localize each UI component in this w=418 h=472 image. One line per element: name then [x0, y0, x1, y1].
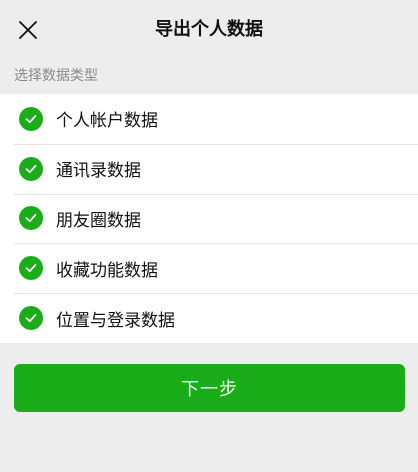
list-item-contacts-data[interactable]: 通讯录数据 [0, 143, 418, 194]
check-circle-icon [19, 156, 43, 181]
section-label: 选择数据类型 [14, 68, 98, 84]
list-item-account-data[interactable]: 个人帐户数据 [0, 94, 418, 144]
list-item-moments-data[interactable]: 朋友圈数据 [0, 193, 418, 244]
list-item-label: 通讯录数据 [56, 161, 141, 182]
header: 导出个人数据 [0, 0, 418, 60]
list-item-label: 个人帐户数据 [56, 111, 158, 132]
list-item-location-login-data[interactable]: 位置与登录数据 [0, 293, 418, 343]
data-type-list: 个人帐户数据 通讯录数据 朋友圈数据 收藏功能数据 位置与登录数据 [0, 94, 418, 343]
list-item-favorites-data[interactable]: 收藏功能数据 [0, 243, 418, 293]
check-circle-icon [19, 106, 43, 131]
check-circle-icon [19, 256, 43, 281]
list-item-label: 朋友圈数据 [56, 210, 141, 231]
next-button[interactable]: 下一步 [14, 364, 405, 412]
page-title: 导出个人数据 [155, 19, 263, 40]
check-circle-icon [19, 206, 43, 231]
list-item-label: 收藏功能数据 [56, 260, 158, 281]
check-circle-icon [19, 306, 43, 331]
list-item-label: 位置与登录数据 [56, 310, 175, 331]
next-button-label: 下一步 [181, 379, 238, 400]
